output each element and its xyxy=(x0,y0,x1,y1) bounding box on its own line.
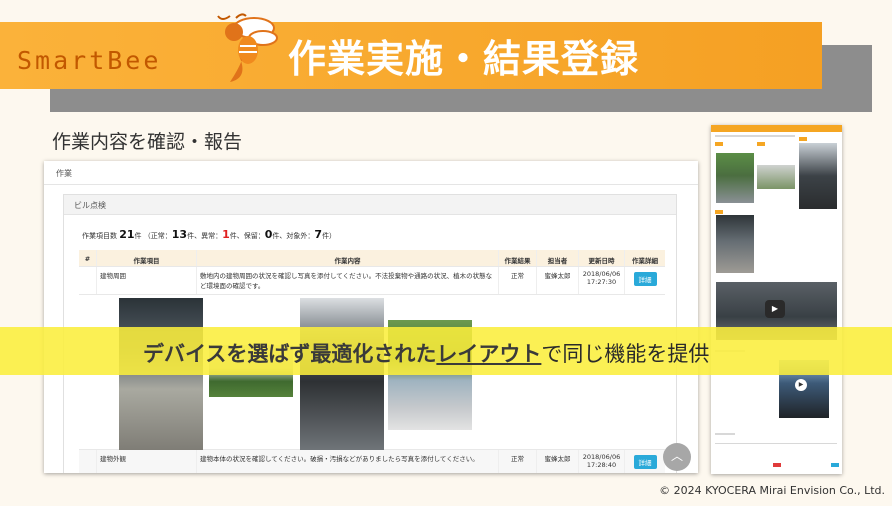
photo-thumbnail[interactable] xyxy=(716,215,754,273)
photo-thumbnail[interactable] xyxy=(716,153,754,203)
col-header-person: 担当者 xyxy=(537,250,579,266)
col-header-item: 作業項目 xyxy=(97,250,197,266)
detail-button[interactable]: 詳細 xyxy=(633,272,657,286)
photo-thumbnail[interactable] xyxy=(799,143,837,209)
mobile-screen: ▶ ▶ xyxy=(711,125,842,474)
col-header-result: 作業結果 xyxy=(499,250,537,266)
col-header-detail: 作業詳細 xyxy=(632,257,658,265)
desktop-screen: 作業 ビル点検 作業項目数 21件 （正常：13件、異常：1件、保留：0件、対象… xyxy=(44,161,698,473)
mobile-save-button[interactable] xyxy=(831,463,839,467)
page-title: 作業実施・結果登録 xyxy=(288,37,640,81)
table-row: 建物周囲 敷地内の建物周囲の状況を確認し写真を添付してください。不法投棄物や通路… xyxy=(79,267,665,295)
work-summary: 作業項目数 21件 （正常：13件、異常：1件、保留：0件、対象外：7件） xyxy=(82,228,337,241)
col-header-index: # xyxy=(79,250,97,266)
photo-thumbnail[interactable] xyxy=(757,165,795,189)
mobile-header-bar xyxy=(711,125,842,132)
chevron-up-icon: ︿ xyxy=(670,449,683,463)
col-header-date: 更新日時 xyxy=(579,250,625,266)
copyright: © 2024 KYOCERA Mirai Envision Co., Ltd. xyxy=(659,484,885,497)
mobile-cancel-button[interactable] xyxy=(773,463,781,467)
desktop-section-label: 作業 xyxy=(44,161,698,185)
detail-button[interactable]: 詳細 xyxy=(633,455,657,469)
table-row: 建物外観 建物本体の状況を確認してください。破損・汚損などがありましたら写真を添… xyxy=(79,450,665,473)
section-subtitle: 作業内容を確認・報告 xyxy=(52,131,243,153)
col-header-content: 作業内容 xyxy=(197,250,499,266)
logo-text: SmartBee xyxy=(17,46,162,75)
scroll-top-button[interactable]: ︿ xyxy=(663,443,691,471)
play-icon[interactable]: ▶ xyxy=(765,300,785,318)
table-header: # 作業項目 作業内容 作業結果 担当者 更新日時 作業詳細 xyxy=(79,250,665,267)
banner-text: デバイスを選ばず最適化されたレイアウトで同じ機能を提供 xyxy=(143,342,710,366)
card-title: ビル点検 xyxy=(64,195,676,215)
play-icon[interactable]: ▶ xyxy=(795,379,807,391)
bee-logo-icon xyxy=(217,13,278,82)
